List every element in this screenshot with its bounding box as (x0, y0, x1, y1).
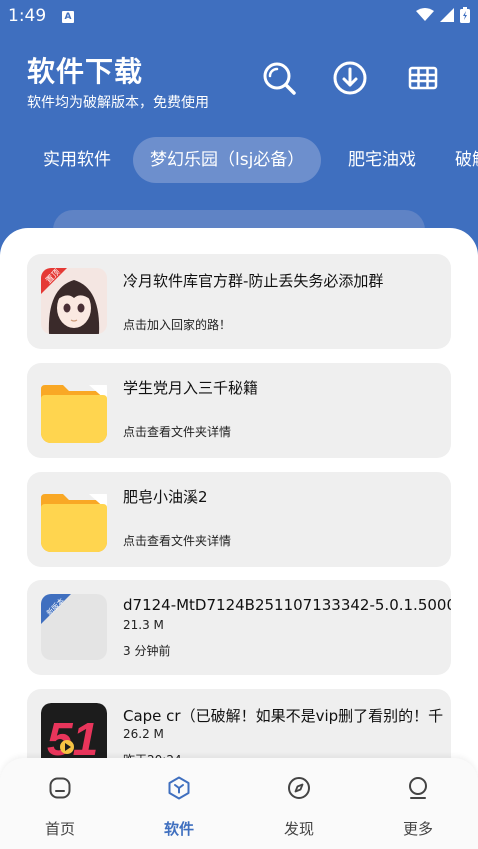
item-name: 肥皂小油溪2 (123, 488, 208, 506)
category-tabs: 实用软件 梦幻乐园（lsj必备） 肥宅油戏 破解 (0, 137, 478, 184)
nav-more[interactable]: 更多 (373, 758, 463, 849)
item-time: 3 分钟前 (123, 644, 171, 658)
item-name: 学生党月入三千秘籍 (123, 379, 259, 397)
nav-label: 软件 (163, 820, 194, 838)
nav-discover[interactable]: 发现 (254, 758, 344, 849)
compass-icon (288, 777, 310, 799)
nav-home[interactable]: 首页 (15, 758, 105, 849)
system-icons (416, 7, 470, 23)
notification-a-icon: A (62, 11, 74, 23)
nav-label: 更多 (402, 820, 433, 838)
nav-label: 发现 (283, 820, 314, 838)
home-icon (49, 777, 71, 799)
search-icon[interactable] (261, 60, 297, 96)
item-name: d7124-MtD7124B251107133342-5.0.1.50001_l… (123, 596, 451, 614)
folder-icon (41, 377, 107, 443)
status-bar: 1:49 A (0, 0, 478, 34)
folder-icon (41, 486, 107, 552)
item-desc: 点击查看文件夹详情 (123, 534, 232, 548)
nav-label: 首页 (44, 820, 75, 838)
signal-icon (440, 8, 454, 22)
list-item-folder[interactable]: 学生党月入三千秘籍 点击查看文件夹详情 (27, 363, 451, 458)
list-item-group[interactable]: 置顶 冷月软件库官方群-防止丢失务必添加群 点击加入回家的路！ (27, 254, 451, 349)
page-subtitle: 软件均为破解版本，免费使用 (27, 95, 209, 111)
more-icon (409, 777, 427, 799)
bottom-nav: 首页 软件 发现 更多 (0, 758, 478, 849)
tab-games[interactable]: 肥宅油戏 (348, 137, 416, 183)
grid-icon[interactable] (405, 60, 441, 96)
list-item-folder[interactable]: 肥皂小油溪2 点击查看文件夹详情 (27, 472, 451, 567)
tab-cracked[interactable]: 破解 (455, 137, 478, 183)
item-name: 冷月软件库官方群-防止丢失务必添加群 (123, 272, 384, 290)
tab-utility[interactable]: 实用软件 (43, 137, 111, 183)
apk-thumb: 新版本 (41, 594, 107, 660)
list-item-file[interactable]: 新版本 d7124-MtD7124B251107133342-5.0.1.500… (27, 580, 451, 675)
item-desc: 点击加入回家的路！ (123, 318, 232, 332)
app-header: 1:49 A 软件下载 软件均为破解版本，免费使用 实用软件 梦幻乐园（lsj必… (0, 0, 478, 260)
item-size: 21.3 M (123, 618, 164, 632)
wifi-icon (416, 8, 434, 21)
anime-avatar-thumb: 置顶 (41, 268, 107, 334)
page-title: 软件下载 (27, 55, 144, 88)
nav-software[interactable]: 软件 (134, 758, 224, 849)
item-desc: 点击查看文件夹详情 (123, 425, 232, 439)
content-sheet: 置顶 冷月软件库官方群-防止丢失务必添加群 点击加入回家的路！ 学生党月入三千秘… (0, 228, 478, 849)
status-time: 1:49 (8, 6, 47, 26)
download-icon[interactable] (332, 60, 368, 96)
battery-icon (460, 7, 470, 23)
item-name: Cape cr（已破解！如果不是vip删了看别的！千 (123, 707, 444, 725)
item-size: 26.2 M (123, 727, 164, 741)
software-icon (168, 776, 190, 800)
tab-dreamland[interactable]: 梦幻乐园（lsj必备） (133, 137, 322, 183)
